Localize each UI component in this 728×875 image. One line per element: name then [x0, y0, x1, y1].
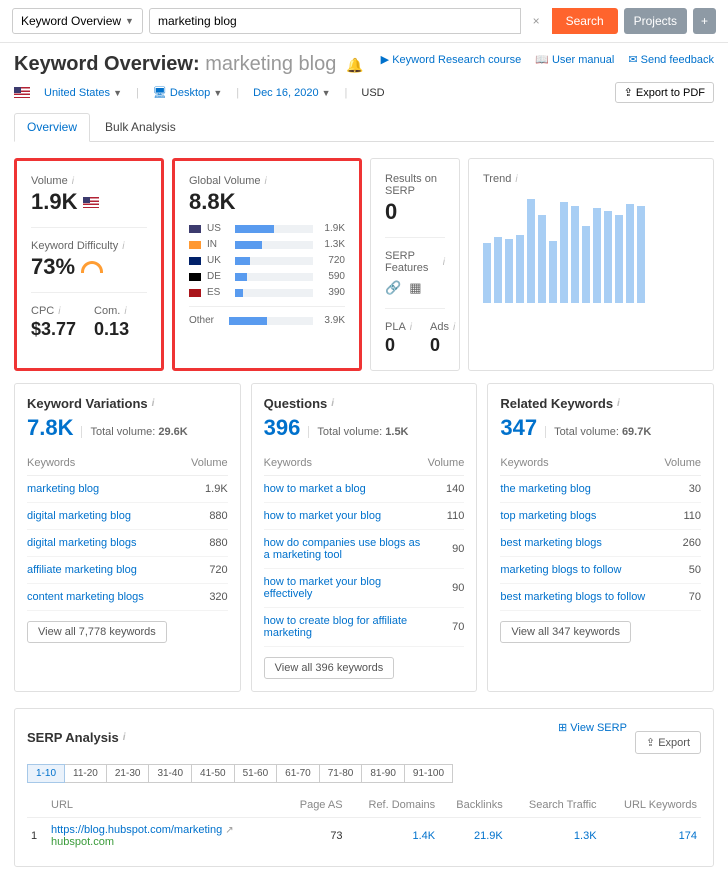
keyword-link[interactable]: digital marketing blog — [27, 510, 131, 522]
serp-page-button[interactable]: 81-90 — [361, 764, 405, 783]
serp-page-button[interactable]: 31-40 — [148, 764, 192, 783]
keyword-link[interactable]: affiliate marketing blog — [27, 564, 137, 576]
device-filter[interactable]: 🖥 Desktop ▼ — [153, 86, 222, 99]
serp-results-card: Results on SERP 0 SERP Featuresi 🔗▦ PLAi… — [370, 158, 460, 371]
trend-card: Trendi — [468, 158, 714, 371]
external-link-icon[interactable]: ↗ — [225, 825, 233, 836]
link-feature-icon: 🔗 — [385, 280, 401, 296]
flag-us-icon — [83, 197, 99, 208]
keyword-link[interactable]: how to market your blog effectively — [264, 576, 381, 600]
course-link[interactable]: ▶ Keyword Research course — [381, 53, 522, 66]
info-icon[interactable]: i — [122, 241, 124, 252]
keyword-link[interactable]: the marketing blog — [500, 483, 591, 495]
search-button[interactable]: Search — [552, 8, 618, 34]
related-keywords-panel: Related Keywordsi 347Total volume: 69.7K… — [487, 383, 714, 692]
info-icon[interactable]: i — [124, 306, 126, 317]
flag-icon — [189, 273, 201, 281]
currency-label: USD — [361, 87, 384, 99]
flag-us-icon — [14, 87, 30, 98]
view-all-related-button[interactable]: View all 347 keywords — [500, 621, 631, 643]
flag-icon — [189, 241, 201, 249]
info-icon[interactable]: i — [443, 257, 445, 268]
serp-page-button[interactable]: 71-80 — [319, 764, 363, 783]
page-title: Keyword Overview: marketing blog 🔔 — [14, 53, 363, 76]
info-icon[interactable]: i — [265, 176, 267, 187]
keyword-link[interactable]: how do companies use blogs as a marketin… — [264, 537, 421, 561]
export-pdf-button[interactable]: ⇪ Export to PDF — [615, 82, 714, 103]
keyword-overview-dropdown[interactable]: Keyword Overview▼ — [12, 8, 143, 34]
info-icon[interactable]: i — [515, 174, 517, 185]
view-all-questions-button[interactable]: View all 396 keywords — [264, 657, 395, 679]
info-icon[interactable]: i — [58, 306, 60, 317]
serp-page-button[interactable]: 1-10 — [27, 764, 65, 783]
export-serp-button[interactable]: ⇪ Export — [635, 731, 701, 754]
keyword-variations-panel: Keyword Variationsi 7.8KTotal volume: 29… — [14, 383, 241, 692]
add-project-button[interactable]: + — [693, 8, 716, 34]
bell-icon[interactable]: 🔔 — [346, 57, 363, 73]
view-all-variations-button[interactable]: View all 7,778 keywords — [27, 621, 167, 643]
serp-page-button[interactable]: 11-20 — [64, 764, 107, 783]
serp-page-button[interactable]: 41-50 — [191, 764, 235, 783]
serp-page-button[interactable]: 21-30 — [106, 764, 150, 783]
keyword-link[interactable]: marketing blog — [27, 483, 99, 495]
view-serp-link[interactable]: ⊞ View SERP — [558, 721, 627, 754]
country-filter[interactable]: United States ▼ — [44, 87, 122, 99]
flag-icon — [189, 289, 201, 297]
clear-input-icon[interactable]: × — [527, 14, 546, 28]
feedback-link[interactable]: ✉ Send feedback — [628, 53, 714, 66]
serp-analysis-panel: SERP Analysisi ⊞ View SERP ⇪ Export 1-10… — [14, 708, 714, 867]
tab-bulk-analysis[interactable]: Bulk Analysis — [92, 113, 189, 141]
keyword-link[interactable]: marketing blogs to follow — [500, 564, 621, 576]
serp-url-link[interactable]: https://blog.hubspot.com/marketing — [51, 824, 222, 836]
keyword-link[interactable]: how to create blog for affiliate marketi… — [264, 615, 408, 639]
keyword-link[interactable]: how to market your blog — [264, 510, 381, 522]
serp-page-button[interactable]: 61-70 — [276, 764, 320, 783]
info-icon[interactable]: i — [72, 176, 74, 187]
keyword-link[interactable]: how to market a blog — [264, 483, 366, 495]
info-icon[interactable]: i — [123, 732, 126, 743]
date-filter[interactable]: Dec 16, 2020 ▼ — [253, 87, 330, 99]
projects-button[interactable]: Projects — [624, 8, 687, 34]
keyword-link[interactable]: best marketing blogs — [500, 537, 602, 549]
keyword-link[interactable]: content marketing blogs — [27, 591, 144, 603]
keyword-link[interactable]: digital marketing blogs — [27, 537, 136, 549]
info-icon[interactable]: i — [331, 398, 334, 409]
chevron-down-icon: ▼ — [125, 16, 134, 26]
serp-page-button[interactable]: 51-60 — [234, 764, 278, 783]
keyword-link[interactable]: best marketing blogs to follow — [500, 591, 645, 603]
flag-icon — [189, 257, 201, 265]
keyword-link[interactable]: top marketing blogs — [500, 510, 596, 522]
flag-icon — [189, 225, 201, 233]
search-input[interactable] — [149, 8, 521, 34]
tab-overview[interactable]: Overview — [14, 113, 90, 142]
questions-panel: Questionsi 396Total volume: 1.5K Keyword… — [251, 383, 478, 692]
difficulty-arc-icon — [81, 261, 103, 273]
serp-page-button[interactable]: 91-100 — [404, 764, 453, 783]
card-feature-icon: ▦ — [409, 280, 421, 296]
manual-link[interactable]: 📖 User manual — [535, 53, 614, 66]
info-icon[interactable]: i — [617, 398, 620, 409]
info-icon[interactable]: i — [152, 398, 155, 409]
volume-card: Volumei 1.9K Keyword Difficultyi 73% CPC… — [14, 158, 164, 371]
global-volume-card: Global Volumei 8.8K US1.9KIN1.3KUK720DE5… — [172, 158, 362, 371]
